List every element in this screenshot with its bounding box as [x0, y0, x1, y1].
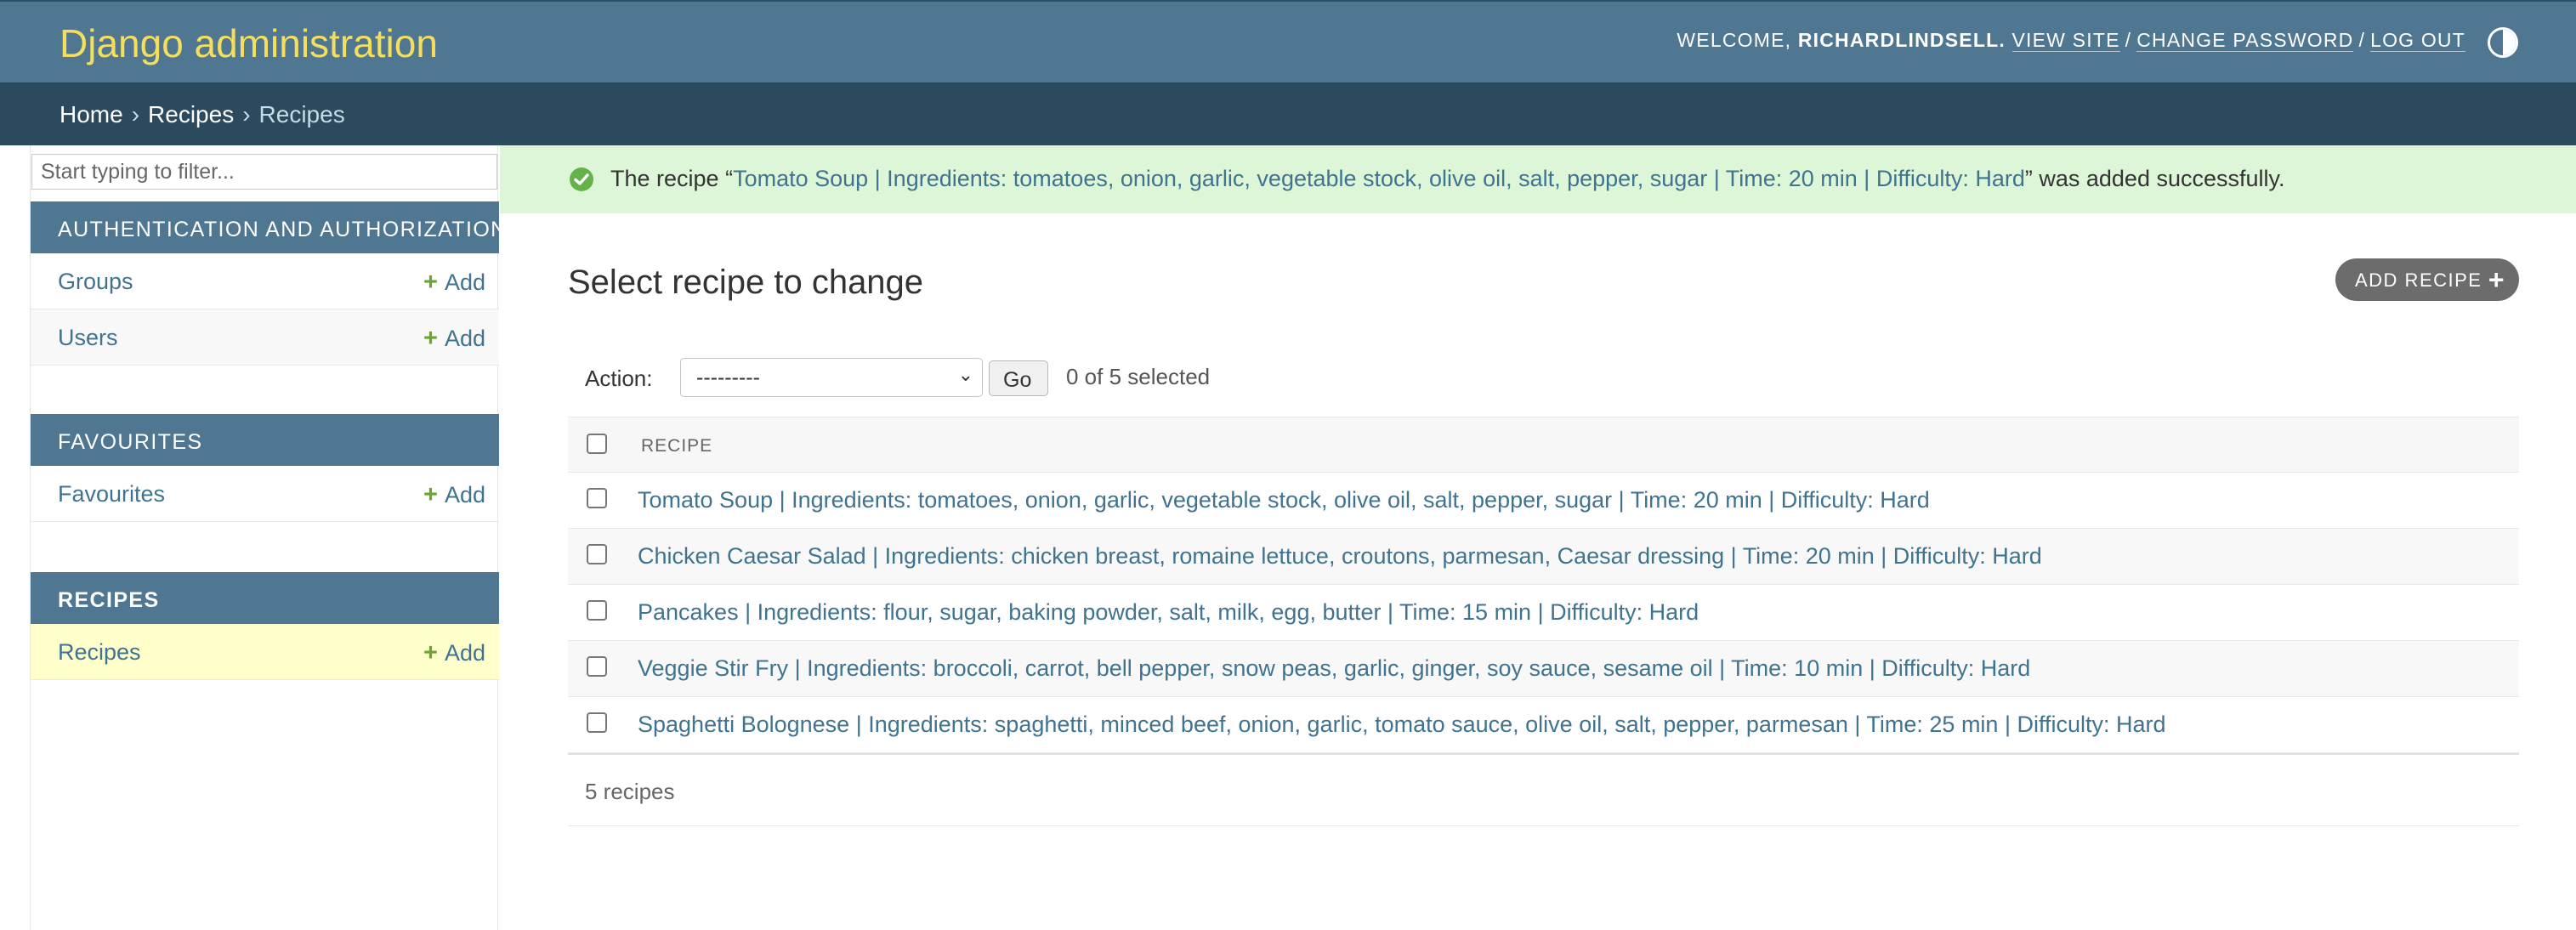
action-select[interactable]: --------- ⌄ — [680, 358, 983, 397]
username: RICHARDLINDSELL. — [1797, 29, 2006, 51]
view-site-link[interactable]: VIEW SITE — [2011, 29, 2120, 52]
add-users-link[interactable]: + Add — [423, 325, 485, 353]
row-checkbox[interactable] — [587, 544, 607, 564]
table-row: Chicken Caesar Salad | Ingredients: chic… — [568, 529, 2519, 585]
page-title: Select recipe to change — [568, 264, 924, 301]
row-checkbox[interactable] — [587, 488, 607, 508]
header: Django administration WELCOME, RICHARDLI… — [0, 0, 2576, 82]
message-prefix: The recipe “ — [610, 166, 734, 191]
actions-bar: Action: --------- ⌄ Go 0 of 5 selected — [568, 349, 2519, 417]
add-recipe-button[interactable]: ADD RECIPE + — [2335, 258, 2519, 301]
separator: / — [2358, 29, 2366, 51]
success-message: The recipe “Tomato Soup | Ingredients: t… — [500, 145, 2576, 213]
table-divider — [568, 753, 2519, 755]
add-label: Add — [444, 482, 485, 508]
plus-icon: + — [2488, 264, 2505, 295]
breadcrumb-separator: › — [242, 101, 251, 128]
recipe-link[interactable]: Pancakes | Ingredients: flour, sugar, ba… — [638, 599, 1699, 626]
site-branding[interactable]: Django administration — [60, 20, 438, 66]
action-selected-option: --------- — [696, 366, 760, 389]
breadcrumb-separator: › — [131, 101, 140, 128]
breadcrumb: Home › Recipes › Recipes — [0, 82, 2576, 145]
change-password-link[interactable]: CHANGE PASSWORD — [2136, 29, 2354, 52]
sidebar-filter-input[interactable] — [31, 154, 497, 190]
welcome-text: WELCOME, — [1677, 29, 1792, 51]
add-label: Add — [444, 269, 485, 295]
table-row: Veggie Stir Fry | Ingredients: broccoli,… — [568, 641, 2519, 697]
app-module-auth: Authentication and Authorization Groups … — [31, 201, 506, 366]
theme-toggle-icon[interactable] — [2488, 27, 2518, 58]
sidebar-item-favourites[interactable]: Favourites + Add — [31, 466, 499, 522]
row-checkbox[interactable] — [587, 712, 607, 733]
app-module-recipes: Recipes Recipes + Add — [31, 572, 499, 680]
chevron-down-icon: ⌄ — [957, 364, 973, 385]
select-all-checkbox[interactable] — [587, 434, 607, 454]
breadcrumb-home[interactable]: Home — [60, 101, 123, 128]
plus-icon: + — [423, 269, 438, 296]
log-out-link[interactable]: LOG OUT — [2370, 29, 2465, 52]
app-caption-auth[interactable]: Authentication and Authorization — [31, 201, 506, 253]
table-row: Pancakes | Ingredients: flour, sugar, ba… — [568, 585, 2519, 641]
row-checkbox[interactable] — [587, 656, 607, 677]
selection-count: 0 of 5 selected — [1066, 364, 1211, 389]
add-recipe-label: ADD RECIPE — [2355, 269, 2482, 291]
add-label: Add — [444, 326, 485, 351]
message-recipe-link[interactable]: Tomato Soup | Ingredients: tomatoes, oni… — [733, 166, 2025, 191]
sidebar-item-label[interactable]: Favourites — [58, 481, 165, 508]
sidebar-item-users[interactable]: Users + Add — [31, 309, 499, 366]
go-button[interactable]: Go — [989, 360, 1048, 396]
action-label: Action: — [585, 366, 653, 391]
add-favourites-link[interactable]: + Add — [423, 481, 485, 509]
table-row: Spaghetti Bolognese | Ingredients: spagh… — [568, 697, 2519, 753]
message-suffix: ” was added successfully. — [2024, 166, 2285, 191]
paginator: 5 recipes — [568, 757, 2519, 826]
plus-icon: + — [423, 325, 438, 352]
app-caption-favourites[interactable]: Favourites — [31, 414, 499, 466]
add-groups-link[interactable]: + Add — [423, 269, 485, 297]
column-header-recipe[interactable]: RECIPE — [641, 436, 712, 456]
add-recipes-link[interactable]: + Add — [423, 639, 485, 667]
sidebar-item-groups[interactable]: Groups + Add — [31, 253, 499, 309]
separator: / — [2125, 29, 2132, 51]
add-label: Add — [444, 640, 485, 666]
plus-icon: + — [423, 639, 438, 666]
recipe-link[interactable]: Veggie Stir Fry | Ingredients: broccoli,… — [638, 655, 2030, 682]
recipe-link[interactable]: Tomato Soup | Ingredients: tomatoes, oni… — [638, 487, 1930, 513]
row-checkbox[interactable] — [587, 600, 607, 621]
table-row: Tomato Soup | Ingredients: tomatoes, oni… — [568, 473, 2519, 529]
message-text: The recipe “Tomato Soup | Ingredients: t… — [610, 166, 2285, 192]
sidebar-item-label[interactable]: Groups — [58, 269, 133, 295]
breadcrumb-current: Recipes — [258, 101, 345, 128]
nav-sidebar: Authentication and Authorization Groups … — [30, 145, 506, 930]
sidebar-item-label[interactable]: Users — [58, 325, 118, 351]
sidebar-item-label[interactable]: Recipes — [58, 639, 141, 666]
app-module-favourites: Favourites Favourites + Add — [31, 414, 499, 522]
recipe-link[interactable]: Chicken Caesar Salad | Ingredients: chic… — [638, 543, 2042, 570]
recipe-link[interactable]: Spaghetti Bolognese | Ingredients: spagh… — [638, 712, 2166, 738]
app-caption-recipes[interactable]: Recipes — [31, 572, 499, 624]
user-tools: WELCOME, RICHARDLINDSELL. VIEW SITE / CHAN… — [1677, 29, 2465, 52]
success-check-icon — [570, 167, 593, 191]
plus-icon: + — [423, 481, 438, 508]
table-header: RECIPE — [568, 417, 2519, 473]
result-table: RECIPE Tomato Soup | Ingredients: tomato… — [568, 417, 2519, 755]
breadcrumb-app[interactable]: Recipes — [148, 101, 234, 128]
sidebar-item-recipes[interactable]: Recipes + Add — [31, 624, 499, 680]
